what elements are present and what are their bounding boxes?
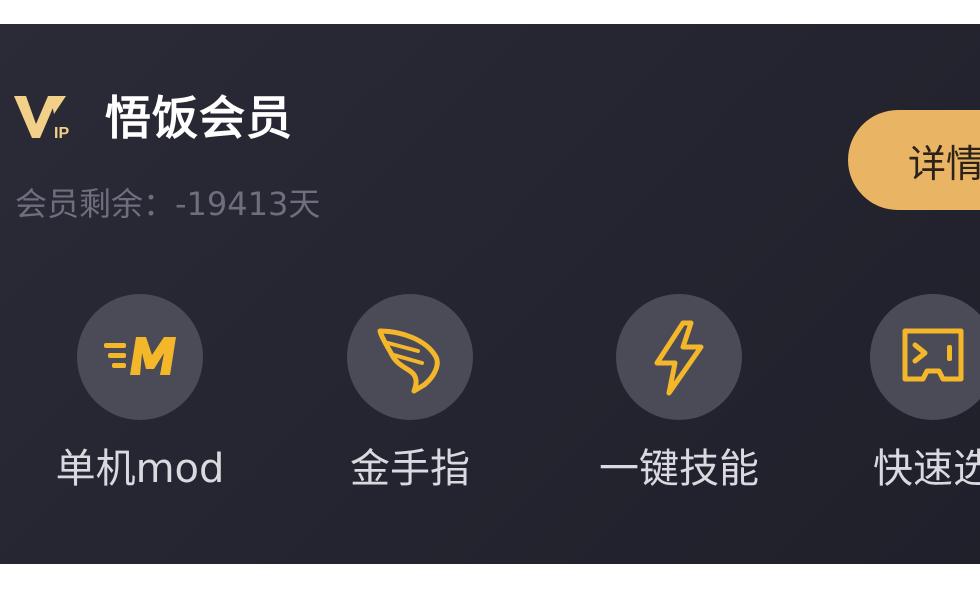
- mod-m-icon: [104, 337, 176, 375]
- svg-text:IP: IP: [54, 125, 69, 142]
- feature-label: 快速选: [873, 446, 980, 492]
- feature-gold-finger[interactable]: 金手指: [285, 294, 535, 504]
- feature-quick-select[interactable]: 快速选: [808, 294, 980, 504]
- feature-icon-circle: [870, 294, 980, 420]
- feature-mod[interactable]: 单机mod: [15, 294, 265, 504]
- membership-remaining: 会员剩余：-19413天: [15, 185, 321, 223]
- vip-card: IP 悟饭会员 会员剩余：-19413天 详情 单机mod 金手指 一键技能 快…: [0, 24, 980, 564]
- feature-icon-circle: [347, 294, 473, 420]
- vip-logo: IP: [14, 96, 69, 142]
- feature-one-key-skill[interactable]: 一键技能: [554, 294, 804, 504]
- feature-icon-circle: [616, 294, 742, 420]
- feature-icon-circle: [77, 294, 203, 420]
- wing-icon: [377, 328, 440, 394]
- page-title: 悟饭会员: [105, 91, 293, 145]
- feature-label: 一键技能: [599, 446, 759, 492]
- page: IP 悟饭会员 会员剩余：-19413天 详情 单机mod 金手指 一键技能 快…: [0, 0, 980, 612]
- lightning-icon: [654, 320, 704, 396]
- feature-label: 单机mod: [55, 446, 225, 492]
- select-frame-icon: [902, 328, 964, 382]
- details-button[interactable]: 详情: [848, 110, 980, 210]
- feature-label: 金手指: [350, 446, 470, 492]
